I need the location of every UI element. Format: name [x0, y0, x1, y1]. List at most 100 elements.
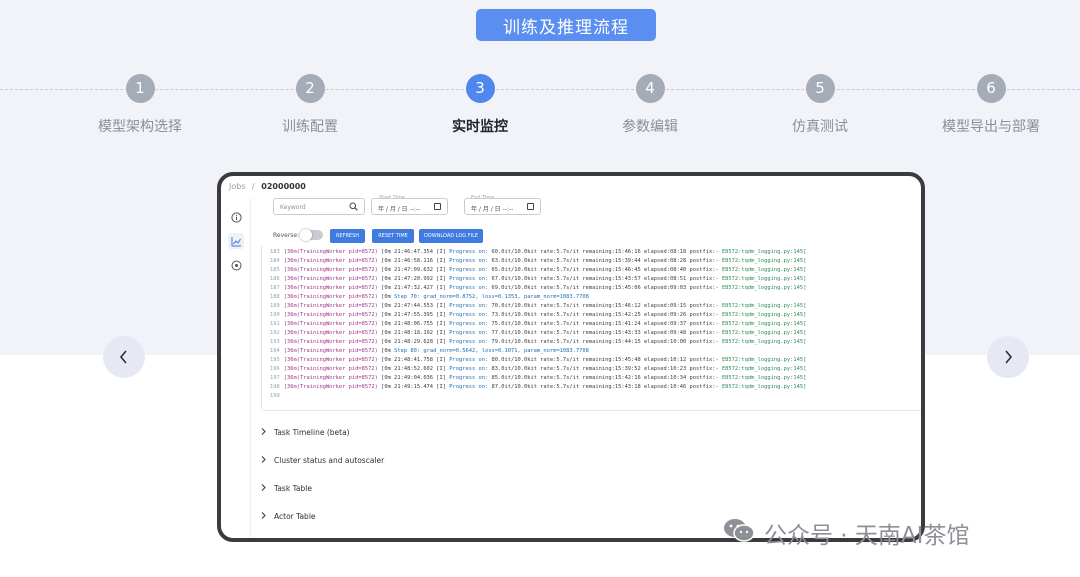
log-source: E8572:tqdm_logging.py:145]: [721, 357, 807, 363]
log-progress-keyword: Progress on:: [449, 312, 489, 318]
log-timestamp: [0m 21:47:32.427 [I]: [381, 285, 447, 291]
log-line-number: 194: [270, 348, 280, 354]
log-line-number: 190: [270, 312, 280, 318]
log-line: 188 [36m(TrainingWorker pid=8572) [0m Ste…: [270, 293, 589, 302]
reverse-toggle[interactable]: [300, 229, 323, 241]
reverse-label: Reverse:: [273, 232, 300, 239]
log-line-number: 188: [270, 294, 280, 300]
log-progress-keyword: Progress on:: [449, 249, 489, 255]
watermark: 公众号 · 天南AI茶馆: [722, 516, 969, 550]
chevron-right-icon: [261, 428, 266, 437]
step-number: 1: [125, 74, 155, 103]
log-source: E8572:tqdm_logging.py:145]: [721, 339, 807, 345]
log-progress-keyword: Progress on:: [449, 384, 489, 390]
section-cluster-status[interactable]: Cluster status and autoscaler: [261, 456, 384, 465]
log-source: E8572:tqdm_logging.py:145]: [721, 249, 807, 255]
flow-title-badge: 训练及推理流程: [476, 9, 656, 41]
download-log-button[interactable]: DOWNLOAD LOG FILE: [419, 229, 483, 243]
section-label: Actor Table: [274, 512, 316, 521]
log-line: 194 [36m(TrainingWorker pid=8572) [0m Ste…: [270, 347, 589, 356]
log-message: 77.0it/10.0kit rate:5.7s/it remaining:15…: [491, 330, 719, 336]
log-line: 199: [270, 392, 284, 401]
log-source: E8572:tqdm_logging.py:145]: [721, 312, 807, 318]
next-slide-button[interactable]: [987, 336, 1029, 378]
log-message: 87.0it/10.0kit rate:5.7s/it remaining:15…: [491, 384, 719, 390]
chevron-left-icon: [119, 350, 127, 364]
rail-metrics-button[interactable]: [228, 233, 244, 249]
log-message: 60.0it/10.0kit rate:5.7s/it remaining:15…: [491, 249, 719, 255]
log-message: 73.0it/10.0kit rate:5.7s/it remaining:15…: [491, 312, 719, 318]
log-progress-keyword: Progress on:: [449, 267, 489, 273]
log-line-number: 183: [270, 249, 280, 255]
keyword-search-input[interactable]: Keyword: [273, 198, 365, 215]
log-source: E8572:tqdm_logging.py:145]: [721, 267, 807, 273]
prev-slide-button[interactable]: [103, 336, 145, 378]
log-timestamp: [0m 21:47:20.992 [I]: [381, 276, 447, 282]
icon-rail: [221, 198, 251, 538]
step-6[interactable]: 6 模型导出与部署: [906, 74, 1076, 136]
refresh-button[interactable]: REFRESH: [330, 229, 365, 243]
breadcrumb-root[interactable]: Jobs: [229, 182, 246, 191]
step-5[interactable]: 5 仿真测试: [735, 74, 905, 136]
keyword-placeholder: Keyword: [280, 204, 306, 211]
log-line: 197 [36m(TrainingWorker pid=8572) [0m 21:…: [270, 374, 806, 383]
log-message: 65.0it/10.0kit rate:5.7s/it remaining:15…: [491, 267, 719, 273]
log-line-number: 198: [270, 384, 280, 390]
log-message: 69.0it/10.0kit rate:5.7s/it remaining:15…: [491, 285, 719, 291]
reset-time-button[interactable]: RESET TIME: [372, 229, 414, 243]
log-line: 196 [36m(TrainingWorker pid=8572) [0m 21:…: [270, 365, 806, 374]
end-time-value: 年 / 月 / 日 --:--: [471, 206, 514, 213]
log-worker-tag: [36m(TrainingWorker pid=8572): [283, 339, 378, 345]
end-time-input[interactable]: 年 / 月 / 日 --:--: [464, 198, 541, 215]
step-number: 6: [976, 74, 1006, 103]
step-label: 仿真测试: [792, 119, 848, 135]
step-number: 3: [465, 74, 495, 103]
section-label: Task Timeline (beta): [274, 428, 350, 437]
section-task-table[interactable]: Task Table: [261, 484, 312, 493]
log-timestamp: [0m 21:48:52.602 [I]: [381, 366, 447, 372]
log-progress-keyword: Progress on:: [449, 339, 489, 345]
log-timestamp: [0m 21:46:47.354 [I]: [381, 249, 447, 255]
step-3[interactable]: 3 实时监控: [395, 74, 565, 136]
step-number: 5: [805, 74, 835, 103]
log-line: 184 [36m(TrainingWorker pid=8572) [0m 21:…: [270, 257, 806, 266]
log-timestamp: [0m 21:47:44.553 [I]: [381, 303, 447, 309]
step-label: 模型导出与部署: [942, 119, 1040, 135]
section-task-timeline[interactable]: Task Timeline (beta): [261, 428, 350, 437]
log-progress-keyword: Progress on:: [449, 366, 489, 372]
chevron-right-icon: [261, 484, 266, 493]
log-progress-keyword: Progress on:: [449, 321, 489, 327]
log-worker-tag: [36m(TrainingWorker pid=8572): [283, 384, 378, 390]
log-progress-keyword: Progress on:: [449, 276, 489, 282]
slide: 训练及推理流程 1 模型架构选择 2 训练配置 3 实时监控 4 参数编辑 5 …: [0, 0, 1080, 577]
log-line: 187 [36m(TrainingWorker pid=8572) [0m 21:…: [270, 284, 806, 293]
log-line-number: 187: [270, 285, 280, 291]
log-line: 185 [36m(TrainingWorker pid=8572) [0m 21:…: [270, 266, 806, 275]
log-source: E8572:tqdm_logging.py:145]: [721, 303, 807, 309]
log-viewer[interactable]: 183 [36m(TrainingWorker pid=8572) [0m 21:…: [261, 246, 921, 411]
rail-target-button[interactable]: [228, 257, 244, 273]
log-worker-tag: [36m(TrainingWorker pid=8572): [283, 276, 378, 282]
log-line: 198 [36m(TrainingWorker pid=8572) [0m 21:…: [270, 383, 806, 392]
calendar-icon[interactable]: [434, 203, 441, 210]
step-4[interactable]: 4 参数编辑: [565, 74, 735, 136]
log-line: 193 [36m(TrainingWorker pid=8572) [0m 21:…: [270, 338, 806, 347]
section-actor-table[interactable]: Actor Table: [261, 512, 316, 521]
log-timestamp: [0m 21:47:55.395 [I]: [381, 312, 447, 318]
step-1[interactable]: 1 模型架构选择: [55, 74, 225, 136]
log-source: E8572:tqdm_logging.py:145]: [721, 258, 807, 264]
log-worker-tag: [36m(TrainingWorker pid=8572): [283, 258, 378, 264]
log-worker-tag: [36m(TrainingWorker pid=8572): [283, 357, 378, 363]
search-icon[interactable]: [349, 202, 358, 213]
start-time-input[interactable]: 年 / 月 / 日 --:--: [371, 198, 448, 215]
calendar-icon[interactable]: [527, 203, 534, 210]
log-timestamp: [0m 21:48:18.192 [I]: [381, 330, 447, 336]
log-line-number: 189: [270, 303, 280, 309]
step-2[interactable]: 2 训练配置: [225, 74, 395, 136]
info-icon: [230, 211, 242, 223]
rail-info-button[interactable]: [228, 209, 244, 225]
line-chart-icon: [231, 236, 241, 246]
log-worker-tag: [36m(TrainingWorker pid=8572): [283, 285, 378, 291]
breadcrumb-separator: /: [252, 182, 255, 191]
log-line-number: 186: [270, 276, 280, 282]
